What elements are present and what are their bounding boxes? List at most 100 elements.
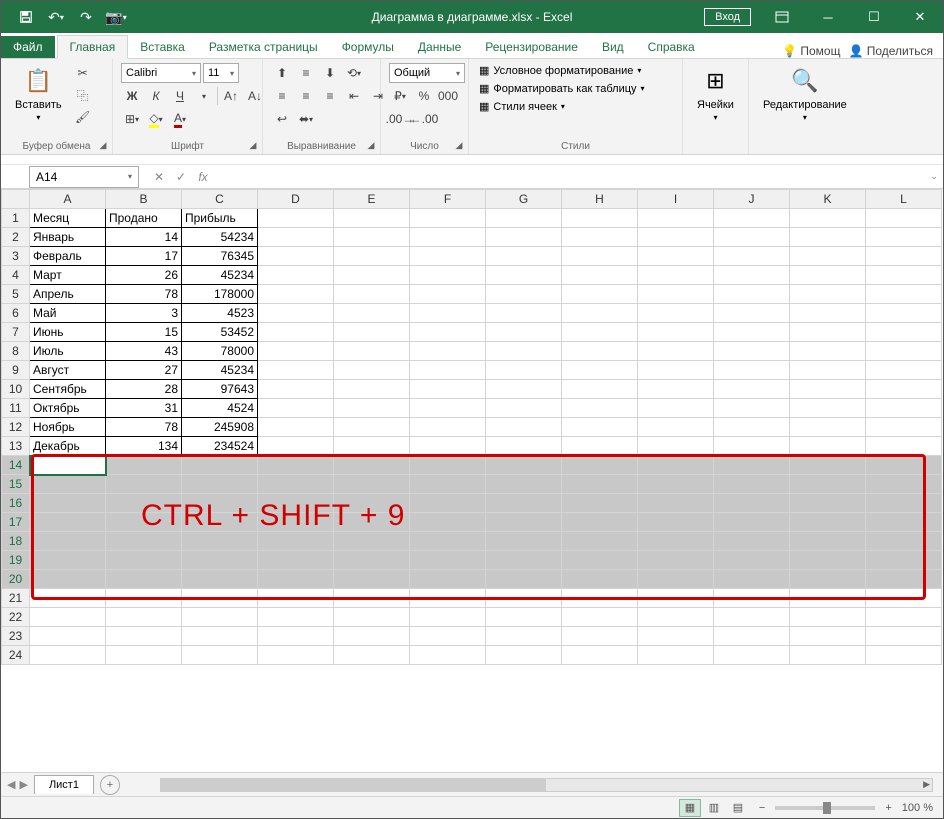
cell[interactable] (410, 608, 486, 627)
cell[interactable] (562, 361, 638, 380)
cell[interactable] (562, 380, 638, 399)
align-left-icon[interactable]: ≡ (271, 86, 293, 106)
conditional-format-button[interactable]: ▦Условное форматирование ▾ (477, 63, 643, 78)
cell[interactable] (106, 608, 182, 627)
cell[interactable] (562, 570, 638, 589)
cell[interactable] (638, 475, 714, 494)
orientation-icon[interactable]: ⟲▾ (343, 63, 365, 83)
sheet-next-icon[interactable]: ▶ (19, 778, 27, 791)
cell[interactable] (638, 532, 714, 551)
underline-dropdown-icon[interactable]: ▾ (193, 86, 215, 106)
zoom-slider[interactable] (775, 806, 875, 810)
col-header[interactable]: I (638, 190, 714, 209)
cell[interactable] (790, 646, 866, 665)
cell[interactable] (30, 627, 106, 646)
cell[interactable] (106, 475, 182, 494)
cell[interactable] (638, 342, 714, 361)
cell[interactable] (486, 589, 562, 608)
row-header[interactable]: 1 (2, 209, 30, 228)
cell[interactable] (30, 475, 106, 494)
col-header[interactable]: K (790, 190, 866, 209)
cell[interactable] (410, 532, 486, 551)
borders-icon[interactable]: ⊞▾ (121, 109, 143, 129)
cell[interactable] (638, 608, 714, 627)
cell[interactable] (638, 456, 714, 475)
wrap-text-icon[interactable]: ↩ (271, 109, 293, 129)
row-header[interactable]: 17 (2, 513, 30, 532)
cell[interactable]: 78 (106, 418, 182, 437)
cell[interactable] (334, 228, 410, 247)
cell[interactable] (790, 380, 866, 399)
cell[interactable] (562, 456, 638, 475)
cell[interactable] (714, 399, 790, 418)
minimize-icon[interactable]: ─ (805, 1, 851, 33)
select-all-corner[interactable] (2, 190, 30, 209)
cell[interactable] (410, 285, 486, 304)
cell[interactable] (486, 551, 562, 570)
cell[interactable] (410, 418, 486, 437)
new-sheet-icon[interactable]: + (100, 775, 120, 795)
cell[interactable] (714, 304, 790, 323)
cell[interactable] (790, 437, 866, 456)
cell[interactable] (638, 551, 714, 570)
zoom-level[interactable]: 100 % (902, 802, 933, 814)
tab-insert[interactable]: Вставка (128, 36, 197, 58)
cell[interactable] (334, 475, 410, 494)
cell[interactable] (866, 380, 942, 399)
cell[interactable] (258, 532, 334, 551)
close-icon[interactable]: ✕ (897, 1, 943, 33)
cell[interactable] (410, 589, 486, 608)
col-header[interactable]: D (258, 190, 334, 209)
cell[interactable] (182, 475, 258, 494)
cell[interactable] (410, 570, 486, 589)
cell[interactable] (334, 285, 410, 304)
cell[interactable] (258, 551, 334, 570)
cell[interactable] (334, 209, 410, 228)
cancel-formula-icon[interactable]: ✕ (149, 170, 169, 184)
cell[interactable] (790, 304, 866, 323)
cell[interactable] (866, 247, 942, 266)
cell[interactable] (106, 570, 182, 589)
cell[interactable] (30, 532, 106, 551)
cell[interactable] (334, 361, 410, 380)
cell[interactable] (106, 532, 182, 551)
cell[interactable] (866, 608, 942, 627)
cell[interactable] (486, 266, 562, 285)
format-painter-icon[interactable]: 🖌 (72, 107, 94, 127)
cell[interactable] (638, 304, 714, 323)
cell[interactable] (562, 608, 638, 627)
cell[interactable]: 178000 (182, 285, 258, 304)
cell[interactable] (714, 361, 790, 380)
cell[interactable] (106, 627, 182, 646)
cell[interactable] (790, 418, 866, 437)
cell[interactable] (410, 646, 486, 665)
row-header[interactable]: 12 (2, 418, 30, 437)
format-table-button[interactable]: ▦Форматировать как таблицу ▾ (477, 81, 647, 96)
cell[interactable] (638, 285, 714, 304)
cell[interactable] (866, 228, 942, 247)
cell[interactable] (790, 494, 866, 513)
col-header[interactable]: C (182, 190, 258, 209)
cell[interactable] (410, 209, 486, 228)
cell[interactable] (486, 513, 562, 532)
normal-view-icon[interactable]: ▦ (679, 799, 701, 817)
cell[interactable] (638, 437, 714, 456)
cell[interactable] (562, 494, 638, 513)
cell[interactable] (714, 323, 790, 342)
cell[interactable] (486, 342, 562, 361)
cell[interactable]: 4524 (182, 399, 258, 418)
tab-home[interactable]: Главная (57, 35, 129, 59)
cell[interactable] (562, 551, 638, 570)
cell[interactable] (410, 323, 486, 342)
number-format-combo[interactable]: Общий▾ (389, 63, 465, 83)
row-header[interactable]: 2 (2, 228, 30, 247)
cell[interactable] (410, 266, 486, 285)
cell[interactable]: 43 (106, 342, 182, 361)
enter-formula-icon[interactable]: ✓ (171, 170, 191, 184)
cell[interactable] (258, 304, 334, 323)
inc-decimal-icon[interactable]: .00→ (389, 109, 411, 129)
cell[interactable] (486, 228, 562, 247)
cell[interactable] (714, 646, 790, 665)
cell[interactable] (714, 551, 790, 570)
col-header[interactable]: H (562, 190, 638, 209)
